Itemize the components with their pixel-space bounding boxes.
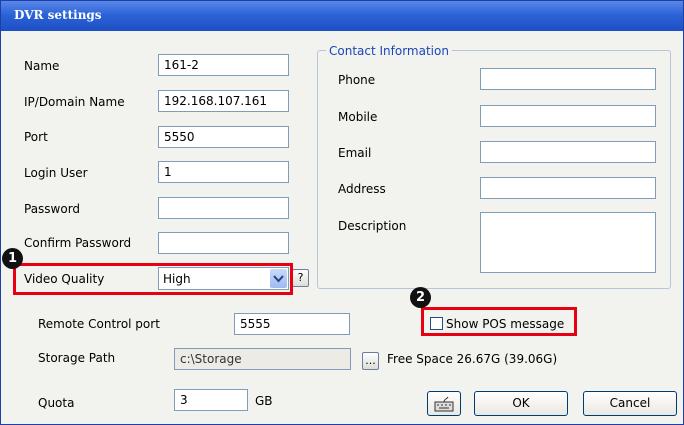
remote-control-port-input[interactable]: 5555 bbox=[234, 313, 350, 335]
quota-label: Quota bbox=[38, 396, 75, 410]
mobile-input[interactable] bbox=[480, 105, 656, 127]
description-input[interactable] bbox=[480, 212, 656, 273]
quota-input[interactable]: 3 bbox=[174, 389, 248, 411]
storage-path-input[interactable]: c:\Storage bbox=[174, 348, 351, 370]
confirm-password-input[interactable] bbox=[158, 232, 289, 254]
storage-path-label: Storage Path bbox=[38, 351, 116, 365]
phone-input[interactable] bbox=[480, 68, 656, 90]
free-space-text: Free Space 26.67G (39.06G) bbox=[387, 352, 558, 366]
name-input[interactable]: 161-2 bbox=[158, 54, 289, 76]
ok-button[interactable]: OK bbox=[474, 391, 568, 416]
password-label: Password bbox=[24, 202, 81, 216]
name-label: Name bbox=[24, 59, 60, 73]
keyboard-button[interactable] bbox=[427, 391, 461, 416]
remote-control-port-label: Remote Control port bbox=[38, 317, 160, 331]
ip-domain-label: IP/Domain Name bbox=[24, 95, 125, 109]
contact-information-title: Contact Information bbox=[326, 44, 452, 58]
description-label: Description bbox=[338, 219, 407, 233]
highlight-box-show-pos bbox=[421, 307, 577, 336]
browse-button[interactable]: ... bbox=[362, 352, 379, 370]
port-input[interactable]: 5550 bbox=[158, 126, 289, 148]
confirm-password-label: Confirm Password bbox=[24, 236, 132, 250]
port-label: Port bbox=[24, 130, 48, 144]
quota-unit: GB bbox=[255, 394, 273, 408]
highlight-box-video-quality bbox=[13, 263, 293, 295]
cancel-button[interactable]: Cancel bbox=[583, 391, 677, 416]
ip-domain-input[interactable]: 192.168.107.161 bbox=[158, 90, 289, 112]
mobile-label: Mobile bbox=[338, 110, 378, 124]
address-input[interactable] bbox=[480, 177, 656, 199]
dvr-settings-window: DVR settings Name 161-2 IP/Domain Name 1… bbox=[0, 0, 684, 425]
login-user-input[interactable]: 1 bbox=[158, 161, 289, 183]
email-input[interactable] bbox=[480, 141, 656, 163]
window-title: DVR settings bbox=[14, 8, 102, 22]
marker-1: 1 bbox=[2, 248, 23, 269]
phone-label: Phone bbox=[338, 73, 376, 87]
marker-2: 2 bbox=[410, 287, 431, 308]
title-bar[interactable]: DVR settings bbox=[1, 1, 683, 31]
video-quality-help-button[interactable]: ? bbox=[292, 269, 309, 287]
email-label: Email bbox=[338, 146, 372, 160]
address-label: Address bbox=[338, 182, 386, 196]
keyboard-icon bbox=[434, 396, 454, 412]
password-input[interactable] bbox=[158, 197, 289, 219]
login-user-label: Login User bbox=[24, 166, 88, 180]
